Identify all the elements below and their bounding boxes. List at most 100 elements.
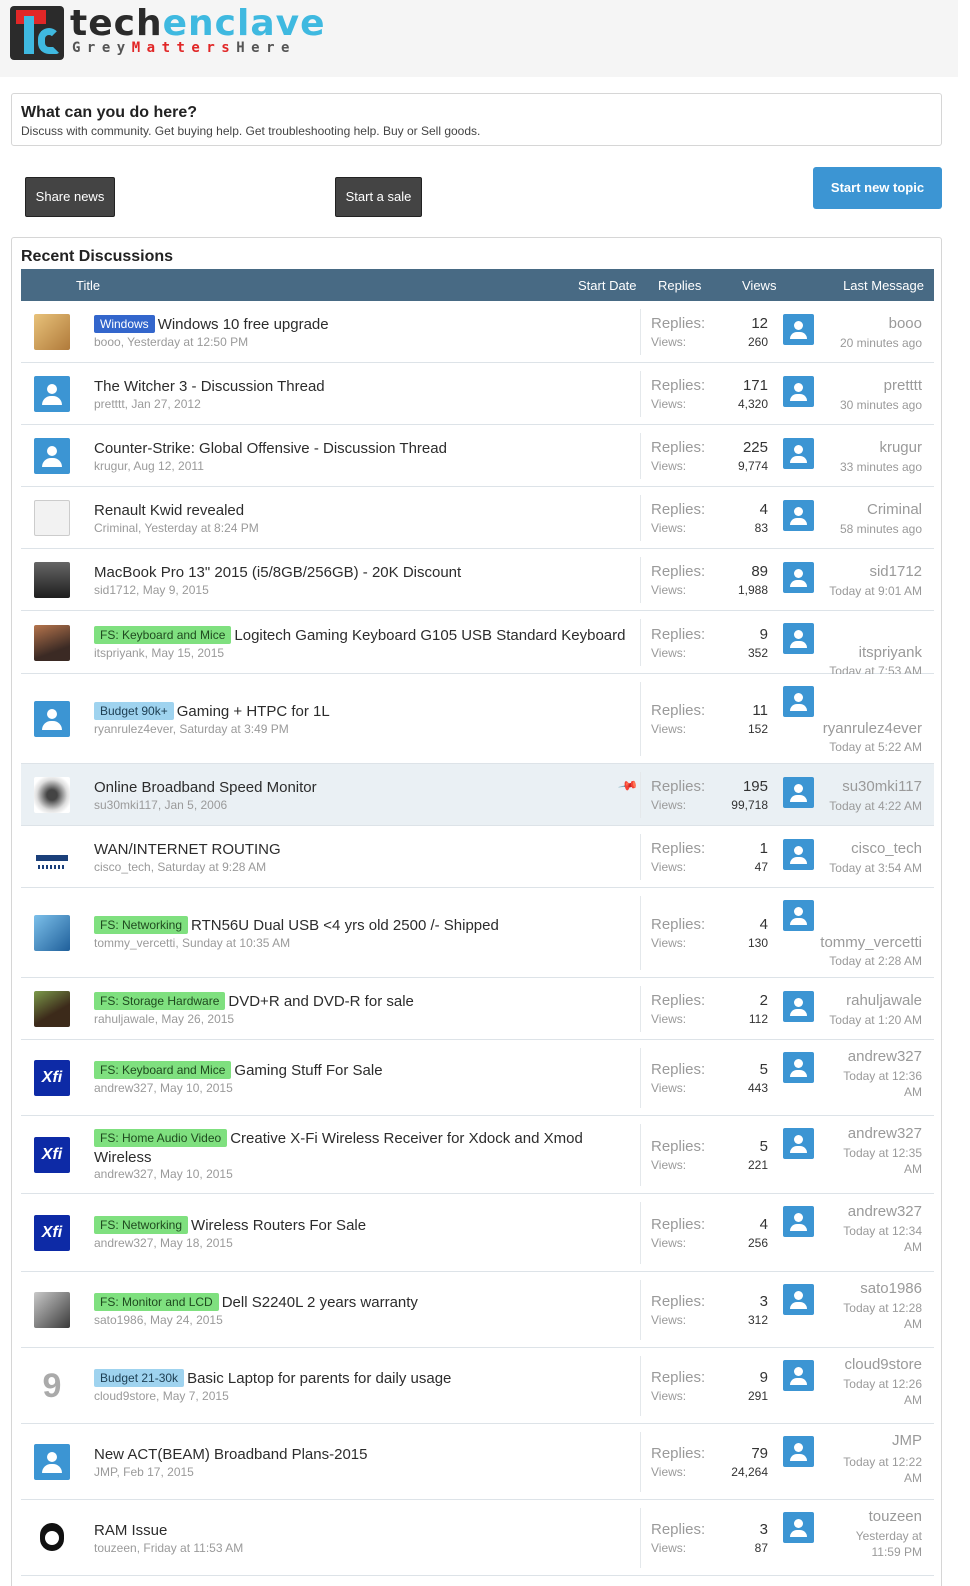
last-message-time[interactable]: 20 minutes ago — [802, 335, 922, 351]
table-row[interactable]: New ACT(BEAM) Broadband Plans-2015 JMP, F… — [21, 1424, 934, 1500]
last-message-user[interactable]: rahuljawale — [846, 992, 922, 1009]
last-message-time[interactable]: Today at 5:22 AM — [802, 739, 922, 755]
thread-prefix[interactable]: FS: Monitor and LCD — [94, 1293, 219, 1311]
last-message-user[interactable]: cisco_tech — [851, 840, 922, 857]
thread-title-text[interactable]: New ACT(BEAM) Broadband Plans-2015 — [94, 1446, 367, 1463]
thread-prefix[interactable]: FS: Storage Hardware — [94, 992, 226, 1010]
user-silhouette-icon[interactable] — [783, 1360, 814, 1391]
thread-title-text[interactable]: The Witcher 3 - Discussion Thread — [94, 378, 325, 395]
user-silhouette-icon[interactable] — [783, 1436, 814, 1467]
logo-icon[interactable] — [10, 6, 64, 60]
thread-title-text[interactable]: Basic Laptop for parents for daily usage — [187, 1370, 451, 1387]
last-message-time[interactable]: Today at 12:34 AM — [832, 1223, 922, 1255]
col-title[interactable]: Title — [76, 278, 100, 293]
last-message-user[interactable]: andrew327 — [848, 1125, 922, 1142]
last-message-user[interactable]: pretttt — [884, 377, 922, 394]
thread-meta[interactable]: cloud9store, May 7, 2015 — [94, 1389, 229, 1403]
last-message-user[interactable]: tommy_vercetti — [820, 934, 922, 951]
table-row[interactable]: Windows Windows 10 free upgrade booo, Yest… — [21, 301, 934, 363]
thread-title[interactable]: FS: Monitor and LCD Dell S2240L 2 years w… — [94, 1293, 634, 1312]
last-message-time[interactable]: Today at 12:26 AM — [832, 1376, 922, 1408]
thread-title[interactable]: FS: Networking Wireless Routers For Sale — [94, 1216, 634, 1235]
avatar[interactable] — [34, 777, 70, 813]
col-views[interactable]: Views — [742, 278, 776, 293]
thread-meta[interactable]: tommy_vercetti, Sunday at 10:35 AM — [94, 936, 290, 950]
last-message-time[interactable]: Today at 1:20 AM — [802, 1012, 922, 1028]
user-silhouette-icon[interactable] — [783, 686, 814, 717]
last-message-time[interactable]: Today at 9:01 AM — [802, 583, 922, 599]
thread-title-text[interactable]: RAM Issue — [94, 1522, 167, 1539]
thread-title-text[interactable]: Gaming Stuff For Sale — [234, 1062, 382, 1079]
thread-meta[interactable]: sato1986, May 24, 2015 — [94, 1313, 223, 1327]
thread-title-text[interactable]: Renault Kwid revealed — [94, 502, 244, 519]
thread-meta[interactable]: Criminal, Yesterday at 8:24 PM — [94, 521, 259, 535]
table-row[interactable]: Budget 90k+ Gaming + HTPC for 1L ryanrulez… — [21, 674, 934, 764]
thread-prefix[interactable]: FS: Networking — [94, 1216, 189, 1234]
thread-title-text[interactable]: Windows 10 free upgrade — [158, 316, 329, 333]
last-message-user[interactable]: cloud9store — [844, 1356, 922, 1373]
avatar[interactable]: Xfi — [34, 1137, 70, 1173]
thread-meta[interactable]: andrew327, May 10, 2015 — [94, 1081, 233, 1095]
logo-wordmark[interactable]: techenclave — [70, 4, 326, 44]
last-message-time[interactable]: 30 minutes ago — [802, 397, 922, 413]
table-row[interactable]: WAN/INTERNET ROUTING cisco_tech, Saturday… — [21, 826, 934, 888]
last-message-time[interactable]: Today at 12:22 AM — [832, 1454, 922, 1486]
last-message-user[interactable]: andrew327 — [848, 1203, 922, 1220]
thread-meta[interactable]: cisco_tech, Saturday at 9:28 AM — [94, 860, 266, 874]
last-message-time[interactable]: Today at 2:28 AM — [802, 953, 922, 969]
thread-title[interactable]: RAM Issue — [94, 1521, 634, 1540]
avatar[interactable] — [34, 839, 70, 875]
table-row[interactable]: Xfi FS: Networking Wireless Routers For Sa… — [21, 1194, 934, 1272]
share-news-button[interactable]: Share news — [25, 177, 115, 217]
thread-title[interactable]: Budget 21-30k Basic Laptop for parents fo… — [94, 1369, 634, 1388]
thread-title-text[interactable]: DVD+R and DVD-R for sale — [228, 993, 413, 1010]
user-silhouette-icon[interactable] — [34, 438, 70, 474]
table-row[interactable]: Renault Kwid revealed Criminal, Yesterday… — [21, 487, 934, 549]
thread-prefix[interactable]: FS: Networking — [94, 916, 189, 934]
thread-prefix[interactable]: Windows — [94, 315, 155, 333]
thread-meta[interactable]: rahuljawale, May 26, 2015 — [94, 1012, 234, 1026]
table-row[interactable]: Xfi FS: Home Audio Video Creative X-Fi Wir… — [21, 1116, 934, 1194]
last-message-time[interactable]: Yesterday at 11:59 PM — [832, 1528, 922, 1560]
last-message-user[interactable]: krugur — [879, 439, 922, 456]
user-silhouette-icon[interactable] — [783, 1512, 814, 1543]
avatar[interactable] — [34, 915, 70, 951]
avatar[interactable] — [34, 1292, 70, 1328]
thread-meta[interactable]: andrew327, May 10, 2015 — [94, 1167, 233, 1181]
thread-title[interactable]: FS: Home Audio Video Creative X-Fi Wirele… — [94, 1129, 634, 1167]
thread-title-text[interactable]: RTN56U Dual USB <4 yrs old 2500 /- Shipp… — [191, 917, 499, 934]
avatar[interactable]: Xfi — [34, 1215, 70, 1251]
table-row[interactable]: MacBook Pro 13" 2015 (i5/8GB/256GB) - 20… — [21, 549, 934, 611]
table-row[interactable]: FS: Keyboard and Mice Logitech Gaming Key… — [21, 611, 934, 678]
thread-meta[interactable]: su30mki117, Jan 5, 2006 — [94, 798, 227, 812]
thread-title[interactable]: FS: Storage Hardware DVD+R and DVD-R for … — [94, 992, 634, 1011]
col-replies[interactable]: Replies — [658, 278, 701, 293]
thread-prefix[interactable]: FS: Home Audio Video — [94, 1129, 228, 1147]
last-message-time[interactable]: Today at 4:22 AM — [802, 798, 922, 814]
user-silhouette-icon[interactable] — [783, 1128, 814, 1159]
thread-meta[interactable]: krugur, Aug 12, 2011 — [94, 459, 204, 473]
table-row[interactable]: Online Broadband Speed Monitor su30mki117… — [21, 764, 934, 826]
thread-meta[interactable]: booo, Yesterday at 12:50 PM — [94, 335, 248, 349]
last-message-user[interactable]: Criminal — [867, 501, 922, 518]
thread-title[interactable]: WAN/INTERNET ROUTING — [94, 840, 634, 859]
avatar[interactable]: Xfi — [34, 1060, 70, 1096]
avatar[interactable]: 9 — [34, 1368, 70, 1404]
thread-title-text[interactable]: Dell S2240L 2 years warranty — [222, 1294, 418, 1311]
last-message-user[interactable]: sid1712 — [869, 563, 922, 580]
last-message-time[interactable]: Today at 3:54 AM — [802, 860, 922, 876]
last-message-user[interactable]: andrew327 — [848, 1048, 922, 1065]
table-row[interactable]: FS: Storage Hardware DVD+R and DVD-R for … — [21, 978, 934, 1040]
thread-title[interactable]: FS: Networking RTN56U Dual USB <4 yrs old… — [94, 916, 634, 935]
user-silhouette-icon[interactable] — [783, 1206, 814, 1237]
thread-title[interactable]: Counter-Strike: Global Offensive - Discu… — [94, 439, 634, 458]
last-message-time[interactable]: 33 minutes ago — [802, 459, 922, 475]
thread-title[interactable]: Windows Windows 10 free upgrade — [94, 315, 634, 334]
table-row[interactable]: FS: Networking RTN56U Dual USB <4 yrs old… — [21, 888, 934, 978]
last-message-user[interactable]: ryanrulez4ever — [823, 720, 922, 737]
thread-title-text[interactable]: MacBook Pro 13" 2015 (i5/8GB/256GB) - 20… — [94, 564, 461, 581]
thread-title[interactable]: FS: Keyboard and Mice Logitech Gaming Key… — [94, 625, 634, 645]
thread-title[interactable]: The Witcher 3 - Discussion Thread — [94, 377, 634, 396]
thread-title[interactable]: New ACT(BEAM) Broadband Plans-2015 — [94, 1445, 634, 1464]
thread-meta[interactable]: JMP, Feb 17, 2015 — [94, 1465, 194, 1479]
